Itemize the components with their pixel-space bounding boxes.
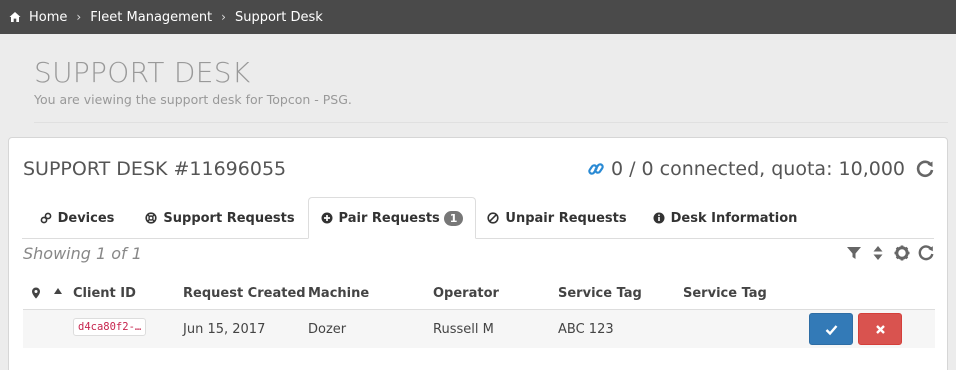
home-icon (9, 12, 21, 22)
link-icon (40, 212, 51, 224)
chevron-right-icon: › (76, 10, 82, 24)
link-icon (588, 163, 604, 175)
reject-button[interactable] (858, 313, 902, 345)
cell-service-tag: ABC 123 (558, 322, 614, 337)
breadcrumb: Home › Fleet Management › Support Desk (0, 0, 956, 34)
sort-ascending-icon[interactable] (53, 287, 63, 295)
cell-operator: Russell M (433, 322, 494, 337)
lifebuoy-icon (145, 212, 157, 224)
check-icon (825, 324, 837, 335)
connection-status: 0 / 0 connected, quota: 10,000 (587, 158, 935, 180)
breadcrumb-fleet-management[interactable]: Fleet Management (90, 10, 212, 25)
page-subtitle: You are viewing the support desk for Top… (34, 92, 352, 107)
support-desk-panel: SUPPORT DESK #11696055 0 / 0 connected, … (8, 137, 948, 370)
refresh-icon[interactable] (917, 244, 935, 262)
tab-label: Unpair Requests (505, 210, 627, 226)
column-request-created[interactable]: Request Created (183, 286, 306, 301)
tab-bar: Devices Support Requests Pair Requests 1… (22, 197, 934, 239)
column-operator[interactable]: Operator (433, 286, 499, 301)
approve-button[interactable] (809, 313, 853, 345)
plus-circle-icon (321, 212, 333, 224)
tab-label: Desk Information (670, 210, 798, 226)
header-divider (34, 122, 948, 123)
tab-label: Pair Requests (338, 210, 440, 226)
gear-icon[interactable] (893, 244, 911, 262)
sort-icon[interactable] (869, 244, 887, 262)
map-marker-icon[interactable] (31, 287, 41, 299)
tab-support-requests[interactable]: Support Requests (135, 197, 305, 239)
cell-request-created: Jun 15, 2017 (183, 322, 266, 337)
cell-machine: Dozer (308, 322, 347, 337)
column-client-id[interactable]: Client ID (73, 286, 136, 301)
filter-icon[interactable] (845, 244, 863, 262)
info-circle-icon (653, 212, 665, 224)
list-toolbar (839, 244, 935, 262)
tab-label: Support Requests (163, 210, 295, 226)
breadcrumb-support-desk: Support Desk (234, 9, 323, 25)
connection-status-text: 0 / 0 connected, quota: 10,000 (610, 158, 905, 180)
tab-pair-requests[interactable]: Pair Requests 1 (308, 197, 476, 239)
tab-desk-information[interactable]: Desk Information (650, 197, 800, 239)
ban-icon (487, 212, 500, 224)
desk-title: SUPPORT DESK #11696055 (23, 158, 287, 180)
close-icon (875, 324, 885, 334)
showing-count: Showing 1 of 1 (23, 244, 142, 263)
tab-devices[interactable]: Devices (22, 197, 132, 239)
breadcrumb-home[interactable]: Home (29, 10, 67, 25)
column-service-tag[interactable]: Service Tag (558, 286, 642, 301)
column-machine[interactable]: Machine (308, 286, 369, 301)
refresh-icon[interactable] (915, 159, 935, 179)
tab-label: Devices (57, 210, 115, 226)
chevron-right-icon: › (221, 10, 226, 24)
pair-requests-count-badge: 1 (443, 210, 464, 226)
table-header: Client ID Request Created Machine Operat… (23, 276, 935, 310)
client-id-code: d4ca80f2-… (73, 318, 147, 336)
column-service-tag-2[interactable]: Service Tag (683, 286, 767, 301)
tab-unpair-requests[interactable]: Unpair Requests (484, 197, 630, 239)
page-title: SUPPORT DESK (34, 56, 251, 89)
table-row: d4ca80f2-… Jun 15, 2017 Dozer Russell M … (23, 310, 935, 348)
